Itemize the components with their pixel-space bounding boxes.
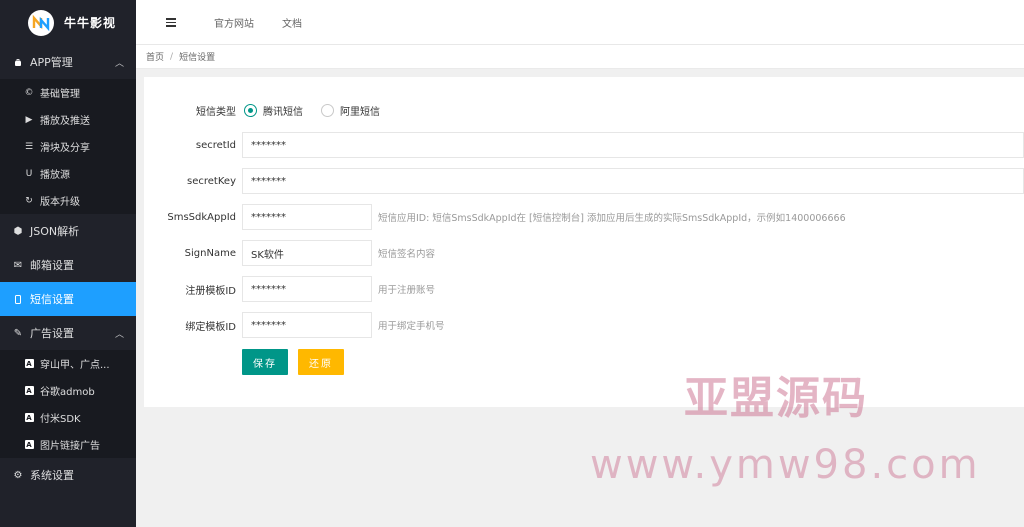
breadcrumb: 首页 / 短信设置 [136,45,1024,69]
play-icon: ▶ [25,114,33,125]
sidebar-item-json[interactable]: ⬢ JSON解析 [0,214,136,248]
register-template-hint: 用于注册账号 [378,285,436,296]
header-link-docs[interactable]: 文档 [282,15,302,30]
logo[interactable]: 牛牛影视 [0,0,136,45]
cube-icon: ⬢ [13,225,23,237]
sidebar-group-ads[interactable]: ✎ 广告设置 ︿ [0,316,136,350]
menu-toggle-icon[interactable] [166,17,178,27]
mobile-icon [12,293,24,305]
chevron-up-icon: ︿ [114,330,124,340]
android-icon [12,56,24,68]
register-template-label: 注册模板ID [185,285,236,297]
sidebar-item-admob[interactable]: A 谷歌admob [0,377,136,404]
envelope-icon: ✉ [13,259,23,271]
radio-tencent-sms[interactable]: 腾讯短信 [244,103,303,118]
gears-icon: ⚙ [13,469,23,481]
sidebar-submenu-ads: A 穿山甲、广点... A 谷歌admob A 付米SDK A 图片链接广告 [0,350,136,458]
watermark-url: www.ymw98.com [590,442,981,488]
form-row-sdk-app-id: SmsSdkAppId ******* 短信应用ID: 短信SmsSdkAppI… [144,204,846,230]
sidebar-item-play-push[interactable]: ▶ 播放及推送 [0,106,136,133]
app-title: 牛牛影视 [64,16,117,30]
chevron-up-icon: ︿ [114,59,124,69]
ad-icon: A [24,386,34,395]
secret-id-input[interactable]: ******* [242,132,1024,158]
sidebar-item-label: 系统设置 [30,469,74,482]
sms-type-label: 短信类型 [196,106,236,118]
radio-label: 阿里短信 [340,106,380,118]
form-row-register-template: 注册模板ID ******* 用于注册账号 [144,276,435,302]
form-row-bind-template: 绑定模板ID ******* 用于绑定手机号 [144,312,445,338]
header-link-official-site[interactable]: 官方网站 [214,15,254,30]
form-row-sms-type: 短信类型 腾讯短信 阿里短信 [144,97,396,123]
sidebar-item-label: 图片链接广告 [40,441,100,452]
bind-template-input[interactable]: ******* [242,312,372,338]
sign-name-input[interactable]: SK软件 [242,240,372,266]
save-button[interactable]: 保存 [242,349,288,375]
ad-icon: A [24,413,34,422]
reset-button[interactable]: 还原 [298,349,344,375]
ad-icon: A [24,440,34,449]
secret-key-input[interactable]: ******* [242,168,1024,194]
breadcrumb-current: 短信设置 [179,53,216,63]
radio-label: 腾讯短信 [263,106,303,118]
form-row-secret-id: secretId ******* [144,132,1024,158]
sidebar-item-version[interactable]: ↻ 版本升级 [0,187,136,214]
sidebar-item-label: 穿山甲、广点... [40,360,110,371]
sliders-icon: ☰ [24,141,34,152]
sidebar-item-label: 谷歌admob [40,387,95,398]
radio-checked-icon [244,103,257,117]
sidebar-group-label: 广告设置 [30,327,74,340]
bind-template-label: 绑定模板ID [185,321,236,333]
sign-name-label: SignName [184,247,236,259]
logo-icon [28,9,54,36]
secret-id-label: secretId [195,139,236,151]
sms-settings-form: 短信类型 腾讯短信 阿里短信 secretId ******* secretKe… [144,77,1024,407]
sidebar-item-label: 短信设置 [30,293,74,306]
form-row-secret-key: secretKey ******* [144,168,1024,194]
sidebar: 牛牛影视 APP管理 ︿ © 基础管理 ▶ 播放及推送 ☰ 滑块及分享 U 播放… [0,0,136,527]
magnet-icon: U [25,168,33,179]
sidebar-item-label: 基础管理 [40,89,80,100]
copyright-icon: © [24,87,34,98]
radio-aliyun-sms[interactable]: 阿里短信 [321,103,380,118]
sidebar-item-label: 播放及推送 [40,116,90,127]
sidebar-item-fumi-sdk[interactable]: A 付米SDK [0,404,136,431]
watermark-text: 亚盟源码 [684,373,868,424]
sidebar-item-label: 付米SDK [40,414,81,425]
magic-wand-icon: ✎ [13,327,23,339]
bind-template-hint: 用于绑定手机号 [378,321,445,332]
sidebar-item-system[interactable]: ⚙ 系统设置 [0,458,136,492]
sidebar-item-pangle[interactable]: A 穿山甲、广点... [0,350,136,377]
sidebar-group-app-manage[interactable]: APP管理 ︿ [0,45,136,79]
sidebar-item-play-source[interactable]: U 播放源 [0,160,136,187]
sdk-app-id-input[interactable]: ******* [242,204,372,230]
ad-icon: A [24,359,34,368]
radio-unchecked-icon [321,103,334,117]
sdk-app-id-label: SmsSdkAppId [167,211,236,223]
sign-name-hint: 短信签名内容 [378,249,436,260]
breadcrumb-home[interactable]: 首页 [146,50,164,63]
form-row-sign-name: SignName SK软件 短信签名内容 [144,240,435,266]
sidebar-item-sms[interactable]: 短信设置 [0,282,136,316]
top-header: 官方网站 文档 [136,0,1024,45]
sidebar-item-label: 版本升级 [40,197,80,208]
sidebar-item-label: JSON解析 [30,225,80,238]
sidebar-item-image-ad[interactable]: A 图片链接广告 [0,431,136,458]
sdk-app-id-hint: 短信应用ID: 短信SmsSdkAppId在 [短信控制台] 添加应用后生成的实… [378,213,846,224]
sidebar-item-label: 播放源 [40,170,70,181]
sidebar-item-basic[interactable]: © 基础管理 [0,79,136,106]
sidebar-group-label: APP管理 [30,56,73,69]
sidebar-item-label: 滑块及分享 [40,143,90,154]
sidebar-item-email[interactable]: ✉ 邮箱设置 [0,248,136,282]
sidebar-item-slider-share[interactable]: ☰ 滑块及分享 [0,133,136,160]
secret-key-label: secretKey [187,175,236,187]
sidebar-item-label: 邮箱设置 [30,259,74,272]
breadcrumb-separator: / [170,51,174,62]
register-template-input[interactable]: ******* [242,276,372,302]
sidebar-submenu-app: © 基础管理 ▶ 播放及推送 ☰ 滑块及分享 U 播放源 ↻ 版本升级 [0,79,136,214]
refresh-icon: ↻ [25,195,33,206]
